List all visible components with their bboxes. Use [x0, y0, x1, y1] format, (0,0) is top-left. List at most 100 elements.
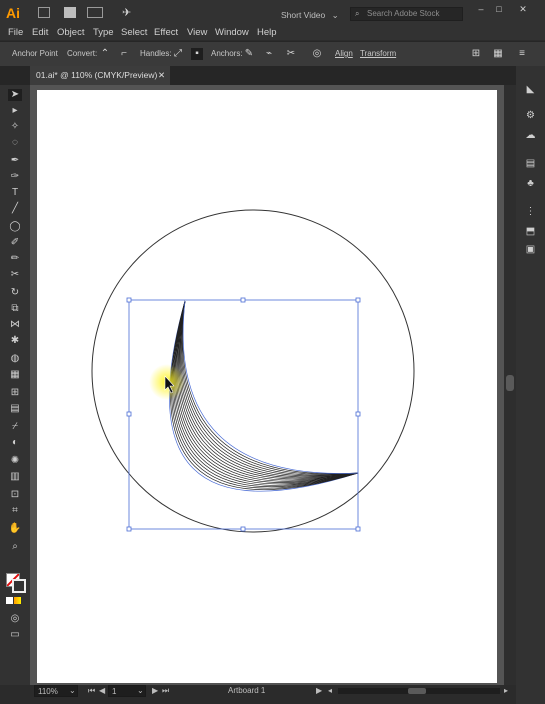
- line-tool-icon[interactable]: ╱: [8, 203, 22, 215]
- cut-path-icon[interactable]: ✂: [285, 48, 297, 60]
- menu-effect[interactable]: Effect: [154, 27, 178, 38]
- paintbrush-icon[interactable]: ✐: [8, 237, 22, 249]
- menu-window[interactable]: Window: [215, 27, 249, 38]
- align-panel-icon[interactable]: ▣: [524, 244, 537, 256]
- scroll-thumb[interactable]: [408, 688, 426, 694]
- properties-icon[interactable]: ◣: [524, 84, 537, 96]
- canvas-area[interactable]: [30, 85, 504, 685]
- libraries-icon[interactable]: ⚙: [524, 110, 537, 122]
- menu-help[interactable]: Help: [257, 27, 277, 38]
- chevron-down-icon: ⌄: [69, 686, 76, 695]
- menu-file[interactable]: File: [8, 27, 23, 38]
- blend-step-path: [176, 300, 359, 482]
- close-window-button[interactable]: ✕: [518, 4, 528, 14]
- puppet-warp-icon[interactable]: ✱: [8, 335, 22, 347]
- menu-object[interactable]: Object: [57, 27, 84, 38]
- convert-to-corner-icon[interactable]: ⌃: [99, 48, 111, 60]
- direct-selection-tool-icon[interactable]: ▸: [8, 105, 22, 117]
- type-tool-icon[interactable]: T: [8, 187, 22, 199]
- menu-icon[interactable]: ≡: [516, 48, 528, 60]
- align-button[interactable]: Align: [335, 49, 353, 58]
- scroll-thumb[interactable]: [506, 375, 514, 391]
- draw-mode-icon[interactable]: ◎: [8, 613, 22, 625]
- transform-button[interactable]: Transform: [360, 49, 396, 58]
- ellipse-tool-icon[interactable]: ◯: [8, 221, 22, 233]
- anchor-point-label: Anchor Point: [12, 49, 58, 58]
- mesh-tool-icon[interactable]: ⊞: [8, 387, 22, 399]
- zoom-tool-icon[interactable]: ⌕: [8, 541, 22, 553]
- scale-tool-icon[interactable]: ⧉: [8, 303, 22, 315]
- menu-select[interactable]: Select: [121, 27, 147, 38]
- gpu-performance-icon[interactable]: ✈: [122, 7, 134, 19]
- blend-step-path: [169, 300, 359, 492]
- arrange-documents-icon[interactable]: [87, 7, 103, 18]
- artboard-number: 1: [112, 687, 117, 696]
- shape-builder-icon[interactable]: ◍: [8, 353, 22, 365]
- zoom-field[interactable]: 110% ⌄: [34, 685, 78, 697]
- pen-tool-icon[interactable]: ✒: [8, 155, 22, 167]
- scroll-right-icon[interactable]: ▸: [504, 686, 508, 695]
- slice-tool-icon[interactable]: ⌗: [8, 505, 22, 517]
- symbols-icon[interactable]: ⋮: [524, 206, 537, 218]
- artboard[interactable]: [37, 90, 497, 683]
- vertical-scrollbar[interactable]: [504, 85, 516, 685]
- handles-label: Handles:: [140, 49, 172, 58]
- menu-type[interactable]: Type: [93, 27, 114, 38]
- blend-step-path: [174, 300, 359, 485]
- first-artboard-icon[interactable]: ⏮: [88, 686, 95, 696]
- menu-view[interactable]: View: [187, 27, 207, 38]
- selection-bounding-box[interactable]: [126, 297, 361, 532]
- artboard-number-field[interactable]: 1 ⌄: [108, 685, 146, 697]
- close-tab-icon[interactable]: ✕: [158, 70, 165, 81]
- convert-label: Convert:: [67, 49, 98, 58]
- artboard-tool-icon[interactable]: ⊡: [8, 489, 22, 501]
- selection-tool-icon[interactable]: ➤: [8, 89, 22, 101]
- document-tab[interactable]: 01.ai* @ 110% (CMYK/Preview) ✕: [30, 66, 170, 85]
- magic-wand-icon[interactable]: ✧: [8, 121, 22, 133]
- stock-icon[interactable]: [64, 7, 76, 18]
- convert-to-smooth-icon[interactable]: ⌐: [118, 48, 130, 60]
- color-mode-icon[interactable]: [6, 597, 13, 604]
- horizontal-scrollbar[interactable]: [338, 688, 500, 694]
- brushes-icon[interactable]: ♣: [524, 178, 537, 190]
- hand-tool-icon[interactable]: ✋: [8, 523, 22, 535]
- isolate-icon[interactable]: ◎: [311, 48, 323, 60]
- scissors-icon[interactable]: ✂: [8, 269, 22, 281]
- width-tool-icon[interactable]: ⋈: [8, 319, 22, 331]
- transform-panel-icon[interactable]: ⬒: [524, 226, 537, 238]
- gradient-mode-icon[interactable]: [14, 597, 21, 604]
- connect-anchors-icon[interactable]: ⌁: [263, 48, 275, 60]
- stroke-swatch[interactable]: [12, 579, 26, 593]
- arrange-icon[interactable]: ⊞: [470, 48, 482, 60]
- cc-libraries-icon[interactable]: ☁: [524, 130, 537, 142]
- maximize-button[interactable]: □: [494, 4, 504, 14]
- rotate-tool-icon[interactable]: ↻: [8, 287, 22, 299]
- screen-mode-icon[interactable]: ▭: [8, 629, 22, 641]
- eyedropper-icon[interactable]: ⌿: [8, 421, 22, 433]
- next-artboard-icon[interactable]: ▶: [152, 686, 158, 695]
- stock-search-input[interactable]: ⌕ Search Adobe Stock: [350, 7, 463, 21]
- status-menu-icon[interactable]: ▶: [316, 686, 322, 695]
- gradient-tool-icon[interactable]: ▤: [8, 403, 22, 415]
- blob-brush-icon[interactable]: ✏: [8, 253, 22, 265]
- bridge-icon[interactable]: [38, 7, 50, 18]
- graph-tool-icon[interactable]: ▥: [8, 471, 22, 483]
- workspace-switcher[interactable]: Short Video ⌄: [281, 10, 339, 21]
- lasso-icon[interactable]: ◌: [8, 137, 22, 149]
- panel-options-icon[interactable]: ▦: [492, 48, 504, 60]
- symbol-sprayer-icon[interactable]: ✺: [8, 455, 22, 467]
- swatches-icon[interactable]: ▤: [524, 158, 537, 170]
- minimize-button[interactable]: –: [476, 4, 486, 14]
- menu-edit[interactable]: Edit: [32, 27, 48, 38]
- crescent-blend[interactable]: [169, 300, 359, 492]
- prev-artboard-icon[interactable]: ◀: [99, 686, 105, 695]
- title-bar: Ai ✈ Short Video ⌄ ⌕ Search Adobe Stock …: [0, 0, 545, 26]
- show-handles-icon[interactable]: ⤢: [172, 48, 184, 60]
- perspective-grid-icon[interactable]: ▦: [8, 369, 22, 381]
- last-artboard-icon[interactable]: ⏭: [162, 686, 169, 696]
- blend-tool-icon[interactable]: ◐: [8, 437, 22, 449]
- remove-anchor-icon[interactable]: ✎: [243, 48, 255, 60]
- scroll-left-icon[interactable]: ◂: [328, 686, 332, 695]
- curvature-tool-icon[interactable]: ✑: [8, 171, 22, 183]
- hide-handles-icon[interactable]: ▪: [191, 48, 203, 60]
